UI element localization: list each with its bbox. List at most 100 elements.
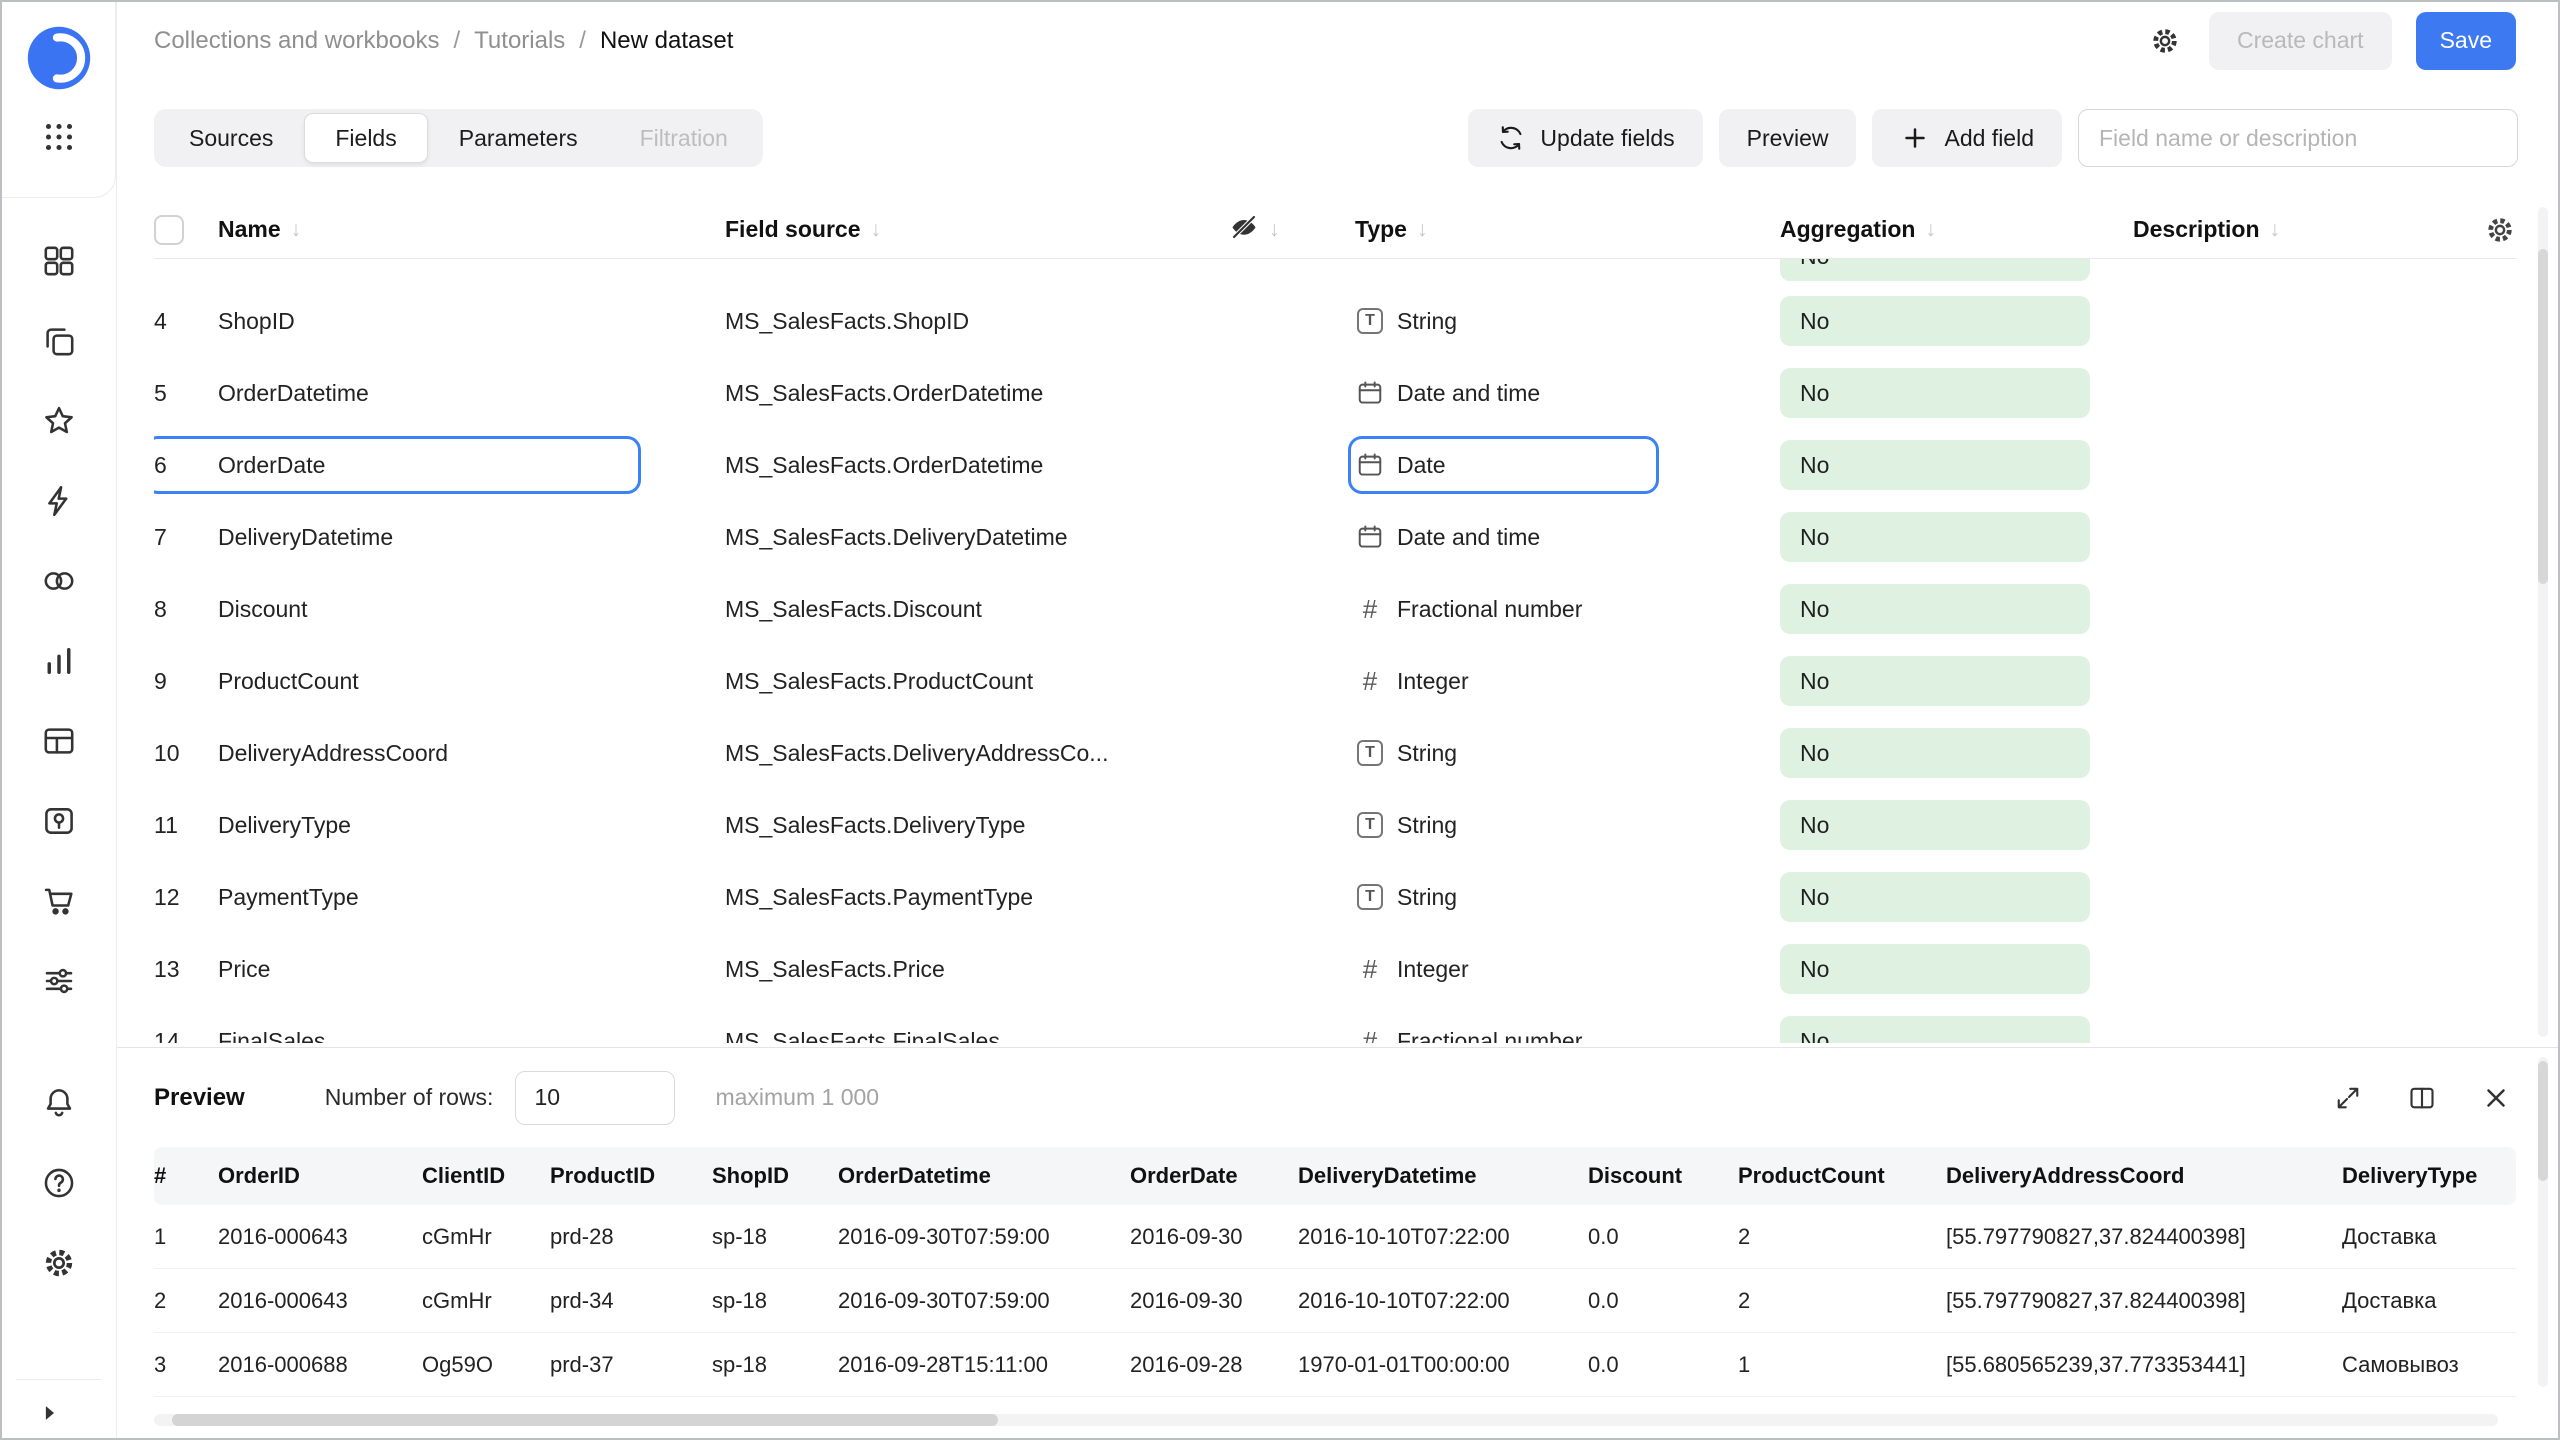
FinalSales[interactable]: 14 FinalSales MS_SalesFacts.FinalSales #… (154, 1005, 2516, 1043)
ProductCount[interactable]: 9 ProductCount MS_SalesFacts.ProductCoun… (154, 645, 2516, 717)
field-name[interactable]: OrderDate (218, 452, 725, 479)
help-icon[interactable] (41, 1167, 77, 1203)
aggregation-pill[interactable]: No (1780, 1016, 2090, 1043)
OrderDatetime[interactable]: 5 OrderDatetime MS_SalesFacts.OrderDatet… (154, 357, 2516, 429)
DeliveryType[interactable]: 11 DeliveryType MS_SalesFacts.DeliveryTy… (154, 789, 2516, 861)
column-header-type[interactable]: Type ↓ (1355, 216, 1780, 243)
expand-preview-button[interactable] (2328, 1078, 2368, 1118)
preview-row[interactable]: 22016-000643cGmHrprd-34sp-182016-09-30T0… (154, 1269, 2516, 1333)
preview-column-header[interactable]: OrderID (218, 1163, 422, 1189)
field-source[interactable]: MS_SalesFacts.DeliveryType (725, 812, 1229, 839)
preview-column-header[interactable]: ClientID (422, 1163, 550, 1189)
nav-charts-icon[interactable] (41, 645, 77, 681)
field-type[interactable]: T String (1355, 740, 1780, 767)
aggregation-pill[interactable]: No (1780, 584, 2090, 634)
update-fields-button[interactable]: Update fields (1468, 109, 1702, 167)
sort-arrow-icon[interactable]: ↓ (1417, 218, 1428, 242)
Price[interactable]: 13 Price MS_SalesFacts.Price # Integer N… (154, 933, 2516, 1005)
field-aggregation[interactable]: No (1780, 728, 2133, 778)
close-preview-button[interactable] (2476, 1078, 2516, 1118)
nav-datasets-icon[interactable] (41, 725, 77, 761)
nav-storage-icon[interactable] (41, 805, 77, 841)
preview-button[interactable]: Preview (1719, 109, 1857, 167)
preview-column-header[interactable]: OrderDatetime (838, 1163, 1130, 1189)
column-header-aggregation[interactable]: Aggregation ↓ (1780, 216, 2133, 243)
preview-column-header[interactable]: Discount (1588, 1163, 1738, 1189)
field-source[interactable]: MS_SalesFacts.PaymentType (725, 884, 1229, 911)
field-aggregation[interactable]: No (1780, 944, 2133, 994)
sort-arrow-icon[interactable]: ↓ (870, 218, 881, 242)
field-aggregation[interactable]: No (1780, 368, 2133, 418)
ShopID[interactable]: 4 ShopID MS_SalesFacts.ShopID T String N… (154, 285, 2516, 357)
aggregation-pill[interactable]: No (1780, 800, 2090, 850)
preview-column-header[interactable]: DeliveryDatetime (1298, 1163, 1588, 1189)
field-source[interactable]: MS_SalesFacts.DeliveryAddressCo... (725, 740, 1229, 767)
field-name[interactable]: OrderDatetime (218, 380, 725, 407)
preview-row[interactable]: 12016-000643cGmHrprd-28sp-182016-09-30T0… (154, 1205, 2516, 1269)
field-name[interactable]: PaymentType (218, 884, 725, 911)
field-name[interactable]: ProductCount (218, 668, 725, 695)
field-aggregation[interactable]: No (1780, 872, 2133, 922)
preview-column-header[interactable]: ShopID (712, 1163, 838, 1189)
sort-arrow-icon[interactable]: ↓ (1269, 218, 1280, 242)
sort-arrow-icon[interactable]: ↓ (1925, 218, 1936, 242)
field-name[interactable]: DeliveryAddressCoord (218, 740, 725, 767)
preview-horizontal-scrollbar[interactable] (154, 1414, 2498, 1426)
field-name[interactable]: DeliveryDatetime (218, 524, 725, 551)
select-all-checkbox[interactable] (154, 215, 184, 245)
save-button[interactable]: Save (2416, 12, 2516, 70)
scrollbar-thumb[interactable] (2538, 249, 2548, 584)
field-type[interactable]: # Integer (1355, 666, 1780, 697)
field-source[interactable]: MS_SalesFacts.ShopID (725, 308, 1229, 335)
nav-marketplace-icon[interactable] (41, 885, 77, 921)
rows-count-input[interactable] (515, 1071, 675, 1125)
notifications-bell-icon[interactable] (41, 1087, 77, 1123)
preview-column-header[interactable]: DeliveryAddressCoord (1946, 1163, 2342, 1189)
table-settings-gear-icon[interactable] (2484, 214, 2516, 246)
scrollbar-thumb[interactable] (2538, 1061, 2548, 1181)
field-source[interactable]: MS_SalesFacts.FinalSales (725, 1028, 1229, 1044)
nav-widgets-icon[interactable] (41, 245, 77, 281)
nav-connections-icon[interactable] (41, 565, 77, 601)
aggregation-pill[interactable]: No (1780, 944, 2090, 994)
field-type[interactable]: T String (1355, 812, 1780, 839)
column-header-name[interactable]: Name ↓ (218, 216, 725, 243)
settings-gear-icon[interactable] (41, 1247, 77, 1283)
field-type[interactable]: T String (1355, 884, 1780, 911)
preview-row[interactable]: 32016-000688Og59Oprd-37sp-182016-09-28T1… (154, 1333, 2516, 1397)
nav-favorites-icon[interactable] (41, 405, 77, 441)
column-header-description[interactable]: Description ↓ (2133, 216, 2412, 243)
aggregation-pill[interactable]: No (1780, 440, 2090, 490)
aggregation-pill[interactable]: No (1780, 368, 2090, 418)
preview-column-header[interactable]: # (154, 1163, 218, 1189)
nav-workbooks-icon[interactable] (41, 325, 77, 361)
OrderDate[interactable]: 6 OrderDate MS_SalesFacts.OrderDatetime … (154, 429, 2516, 501)
field-source[interactable]: MS_SalesFacts.DeliveryDatetime (725, 524, 1229, 551)
column-header-hidden[interactable]: ↓ (1229, 212, 1355, 248)
field-source[interactable]: MS_SalesFacts.OrderDatetime (725, 452, 1229, 479)
split-view-button[interactable] (2402, 1078, 2442, 1118)
field-source[interactable]: MS_SalesFacts.OrderDatetime (725, 380, 1229, 407)
field-name[interactable]: FinalSales (218, 1028, 725, 1044)
sort-arrow-icon[interactable]: ↓ (2270, 218, 2281, 242)
field-source[interactable]: MS_SalesFacts.Price (725, 956, 1229, 983)
field-source[interactable]: MS_SalesFacts.Discount (725, 596, 1229, 623)
datalens-logo[interactable] (23, 22, 95, 94)
fields-vertical-scrollbar[interactable] (2538, 207, 2548, 1037)
preview-column-header[interactable]: OrderDate (1130, 1163, 1298, 1189)
tab-sources[interactable]: Sources (158, 113, 304, 163)
tab-fields[interactable]: Fields (304, 113, 427, 163)
field-type[interactable]: # Fractional number (1355, 594, 1780, 625)
aggregation-pill[interactable]: No (1780, 296, 2090, 346)
field-aggregation[interactable]: No (1780, 656, 2133, 706)
field-aggregation[interactable]: No (1780, 440, 2133, 490)
sort-arrow-icon[interactable]: ↓ (291, 218, 302, 242)
aggregation-pill[interactable]: No (1780, 872, 2090, 922)
column-header-source[interactable]: Field source ↓ (725, 216, 1229, 243)
field-name[interactable]: DeliveryType (218, 812, 725, 839)
field-source[interactable]: MS_SalesFacts.ProductCount (725, 668, 1229, 695)
field-type[interactable]: Date (1355, 451, 1780, 479)
collapse-arrow-icon[interactable] (34, 1398, 64, 1428)
field-type[interactable]: # Fractional number (1355, 1026, 1780, 1044)
field-aggregation[interactable]: No (1780, 512, 2133, 562)
